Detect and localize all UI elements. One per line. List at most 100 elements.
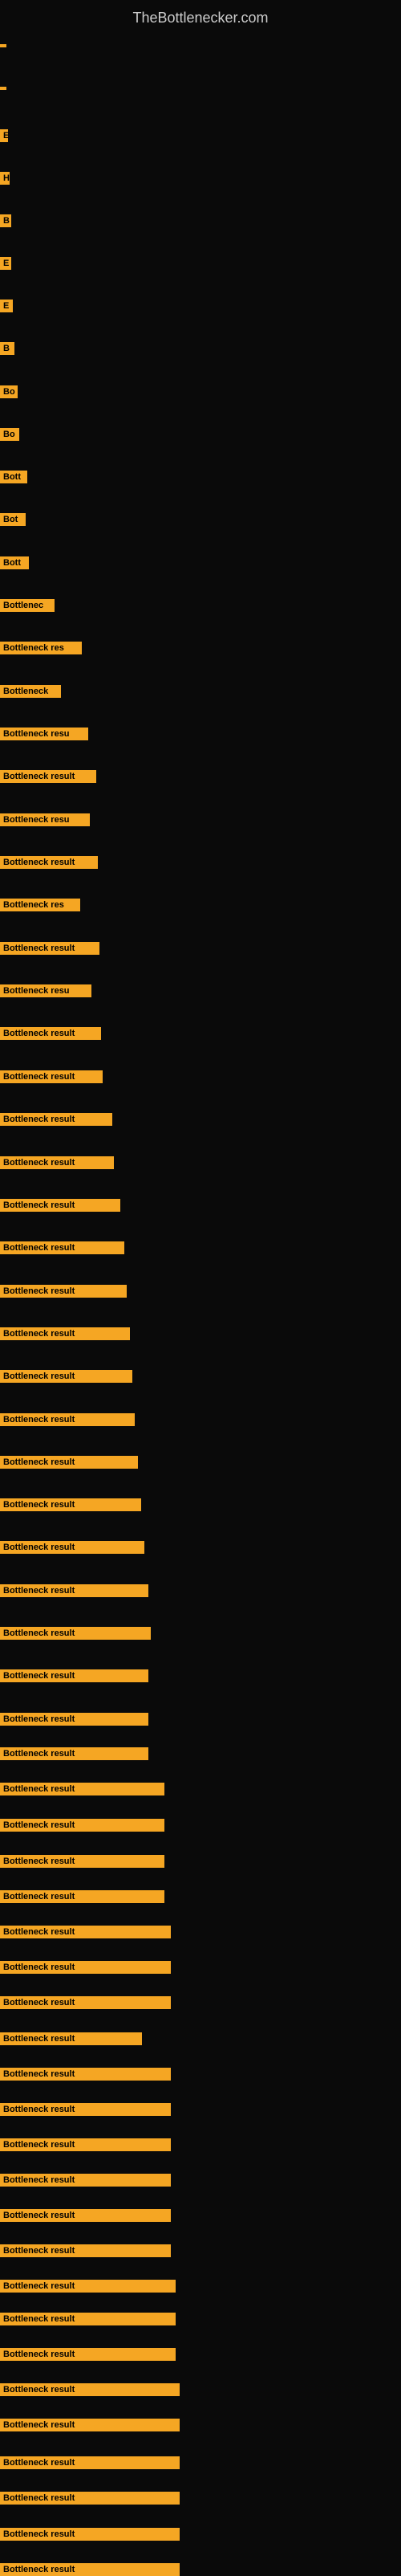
bar-item [0,87,6,90]
bar-item: Bottleneck [0,685,61,698]
bar-item: Bottleneck result [0,2244,171,2257]
bar-item: B [0,214,11,227]
bar-label: Bot [0,513,26,526]
bar-label: Bottleneck result [0,1713,148,1726]
bar-item: Bottleneck result [0,2383,180,2396]
bar-label: Bottleneck result [0,2209,171,2222]
bar-item: Bottleneck result [0,1199,120,1212]
bar-item: Bottleneck result [0,2068,171,2081]
bar-item: Bottleneck result [0,1996,171,2009]
bar-label: E [0,129,8,142]
bar-label: Bottleneck result [0,1156,114,1169]
bar-label: Bottleneck result [0,1996,171,2009]
bar-item: E [0,257,11,270]
bar-label: Bott [0,556,29,569]
bar-label: Bottleneck result [0,2313,176,2325]
bar-label: Bottleneck result [0,1285,127,1298]
bar-item: Bottleneck result [0,2528,180,2541]
bar-item: Bottleneck result [0,1413,135,1426]
bar-item: H [0,172,10,185]
bar-item: Bottleneck result [0,1584,148,1597]
bar-item: Bottleneck result [0,1961,171,1974]
bar-label: Bottleneck result [0,1456,138,1469]
site-title: TheBottlenecker.com [0,0,401,33]
bar-item: E [0,129,8,142]
bar-item: Bottleneck res [0,642,82,654]
bar-item: Bott [0,556,29,569]
bar-label: Bo [0,428,19,441]
bar-label: Bottleneck result [0,1199,120,1212]
bar-item: Bottleneck result [0,1456,138,1469]
bar-item: E [0,300,13,312]
bar-item: Bottleneck resu [0,728,88,740]
bar-label: Bottleneck [0,685,61,698]
bar-item: Bottleneck result [0,770,96,783]
bar-label: E [0,300,13,312]
bar-item: Bottleneck result [0,1669,148,1682]
bar-label: Bottleneck result [0,2068,171,2081]
bar-label: Bottleneck result [0,1413,135,1426]
bar-item: Bottleneck result [0,1783,164,1795]
bar-item: Bottleneck result [0,1027,101,1040]
bar-label: Bottleneck result [0,1669,148,1682]
bar-item: Bo [0,428,19,441]
bar-item: Bottleneck result [0,1498,141,1511]
bar-item: Bottleneck result [0,1627,151,1640]
bar-item: Bottleneck result [0,1747,148,1760]
bar-item: Bottlenec [0,599,55,612]
bar-label: Bottleneck resu [0,984,91,997]
bar-label: Bottleneck result [0,770,96,783]
bar-label: Bottleneck result [0,1783,164,1795]
bar-item: Bott [0,471,27,483]
bar-label: Bottleneck result [0,2528,180,2541]
bar-label: Bott [0,471,27,483]
bar-label: Bottleneck result [0,2492,180,2505]
bar-label: Bottleneck result [0,942,99,955]
bar-item: Bottleneck result [0,2313,176,2325]
bar-label: Bottlenec [0,599,55,612]
bar-label: Bottleneck result [0,1890,164,1903]
bar-label: Bottleneck result [0,1541,144,1554]
bar-label: Bottleneck result [0,1241,124,1254]
bar-label: Bottleneck result [0,1855,164,1868]
bar-label: Bottleneck result [0,2174,171,2187]
bar-item: Bottleneck result [0,1070,103,1083]
bar-item: Bottleneck result [0,1926,171,1938]
chart-container: TheBottlenecker.com EHBEEBBoBoBottBotBot… [0,0,401,2570]
bar-item: Bottleneck result [0,2103,171,2116]
bar-label: Bottleneck result [0,2383,180,2396]
bar-item [0,44,6,47]
bar-label: Bottleneck result [0,1070,103,1083]
bar-item: Bottleneck result [0,1713,148,1726]
bar-item: B [0,342,14,355]
bar-label: Bottleneck result [0,856,98,869]
bar-item: Bottleneck result [0,1156,114,1169]
bar-item: Bottleneck result [0,1890,164,1903]
bar-label: Bottleneck result [0,1327,130,1340]
bar-item: Bottleneck result [0,1819,164,1832]
bar-item: Bottleneck result [0,1370,132,1383]
bar-label: Bottleneck result [0,2563,180,2576]
bar-item: Bottleneck result [0,2492,180,2505]
bar-item: Bottleneck result [0,2174,171,2187]
bar-label: Bottleneck result [0,1627,151,1640]
bar-label: Bottleneck result [0,2419,180,2431]
bar-label: Bottleneck res [0,899,80,911]
bar-item: Bottleneck resu [0,984,91,997]
bar-item: Bottleneck result [0,2209,171,2222]
bar-item: Bottleneck result [0,942,99,955]
bar-label: Bottleneck result [0,1027,101,1040]
bar-label: B [0,214,11,227]
bar-item: Bottleneck resu [0,813,90,826]
bar-label: Bottleneck result [0,2456,180,2469]
bar-item: Bottleneck result [0,1241,124,1254]
bar-label: Bottleneck res [0,642,82,654]
bar-item: Bottleneck result [0,2563,180,2576]
bar-label: Bottleneck result [0,1926,171,1938]
bar-label: Bottleneck result [0,2280,176,2293]
bar-item: Bottleneck result [0,2348,176,2361]
bar-item: Bottleneck result [0,1541,144,1554]
bar-label: Bottleneck result [0,1113,112,1126]
bar-item: Bottleneck result [0,2032,142,2045]
bar-label [0,87,6,90]
